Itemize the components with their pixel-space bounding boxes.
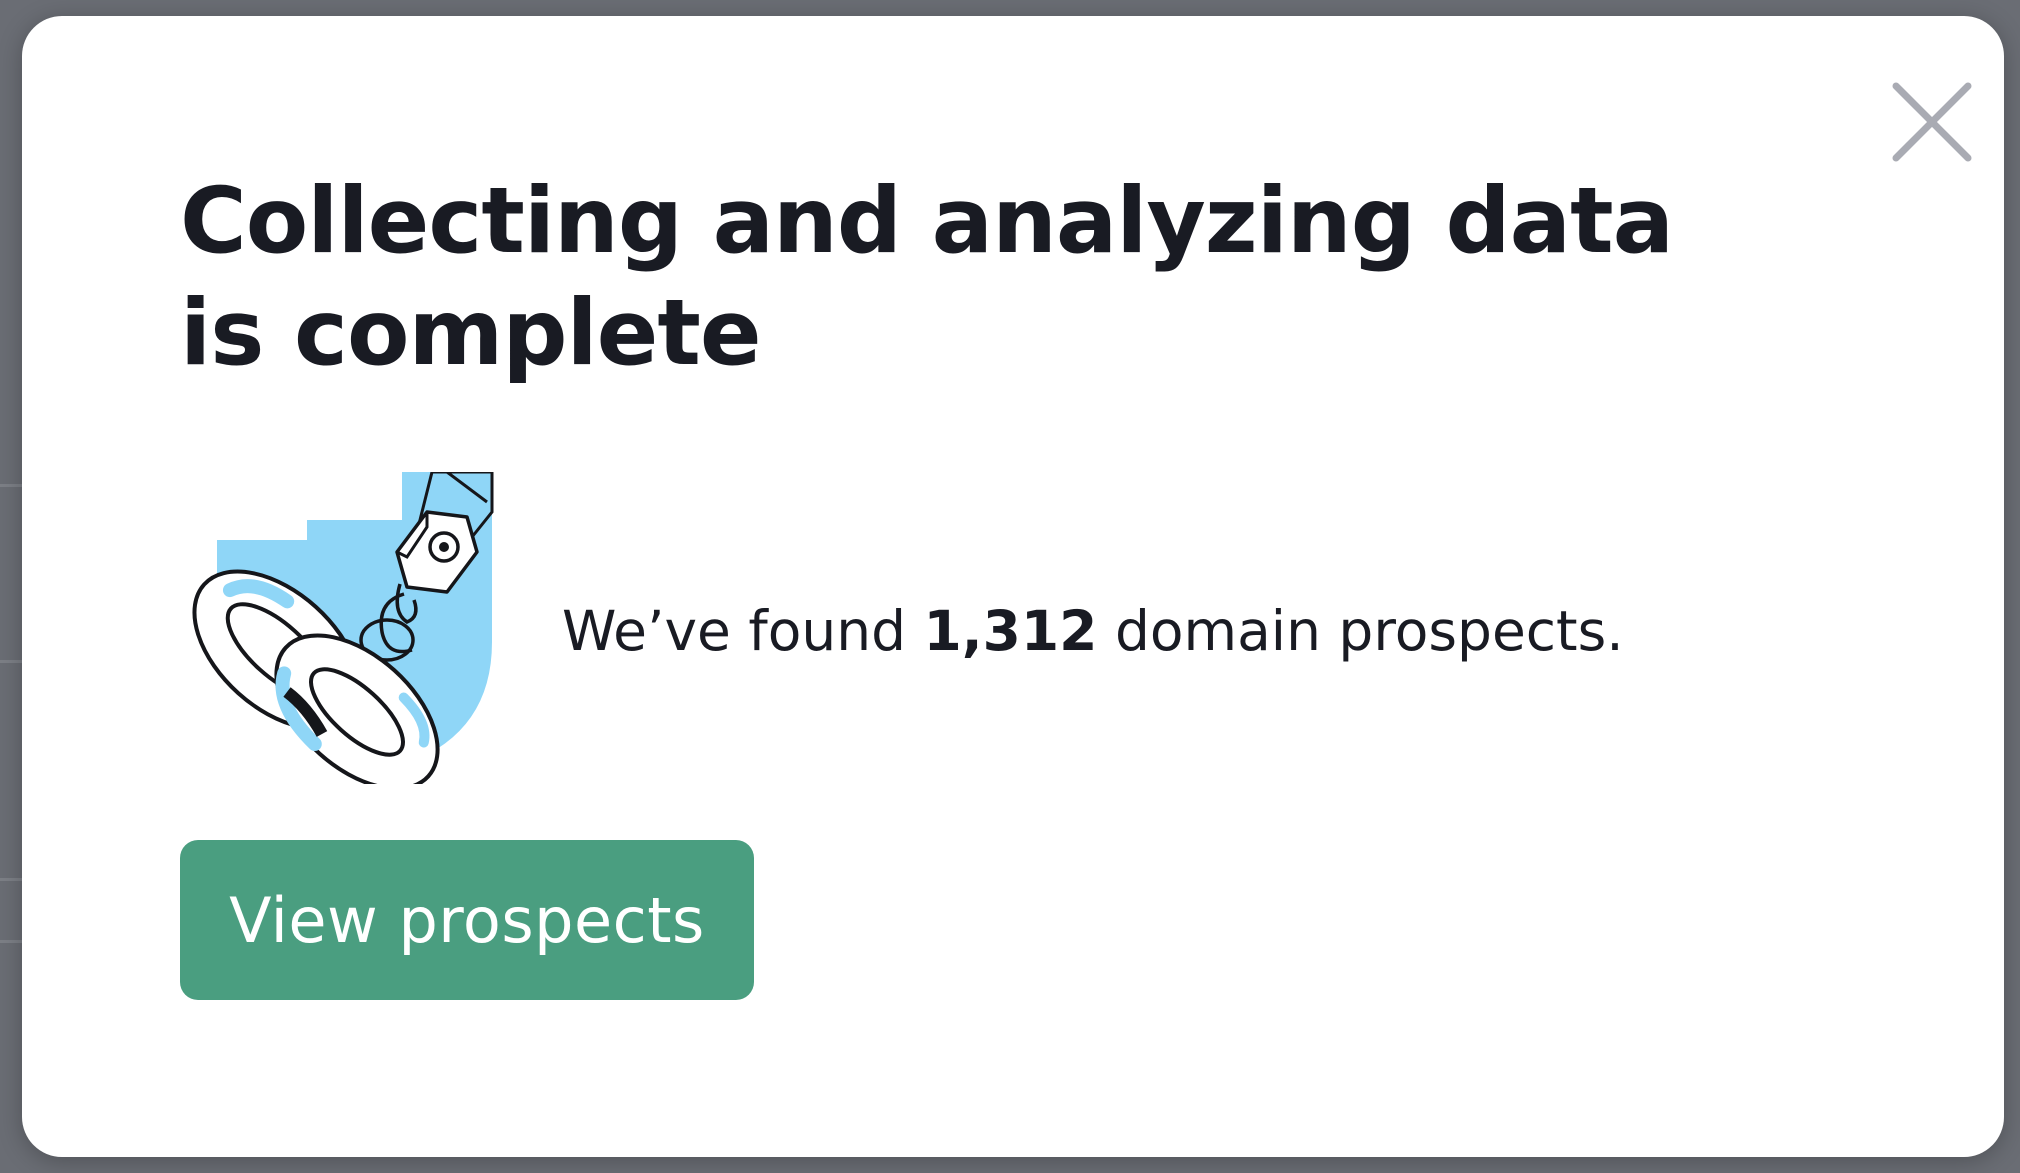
modal-title: Collecting and analyzing data is complet… bbox=[180, 169, 1674, 386]
prospect-count: 1,312 bbox=[923, 599, 1098, 663]
close-button[interactable] bbox=[1882, 72, 1982, 172]
background-divider bbox=[0, 940, 22, 943]
completion-modal: Collecting and analyzing data is complet… bbox=[22, 16, 2004, 1157]
chain-hook-illustration bbox=[182, 470, 522, 791]
background-divider bbox=[0, 484, 22, 487]
message-prefix: We’ve found bbox=[562, 599, 924, 663]
close-icon bbox=[1892, 82, 1972, 162]
view-prospects-button[interactable]: View prospects bbox=[180, 840, 754, 1000]
message-suffix: domain prospects. bbox=[1097, 599, 1624, 663]
prospects-found-message: We’ve found 1,312 domain prospects. bbox=[562, 596, 1624, 666]
background-divider bbox=[0, 878, 22, 881]
background-divider bbox=[0, 660, 22, 663]
